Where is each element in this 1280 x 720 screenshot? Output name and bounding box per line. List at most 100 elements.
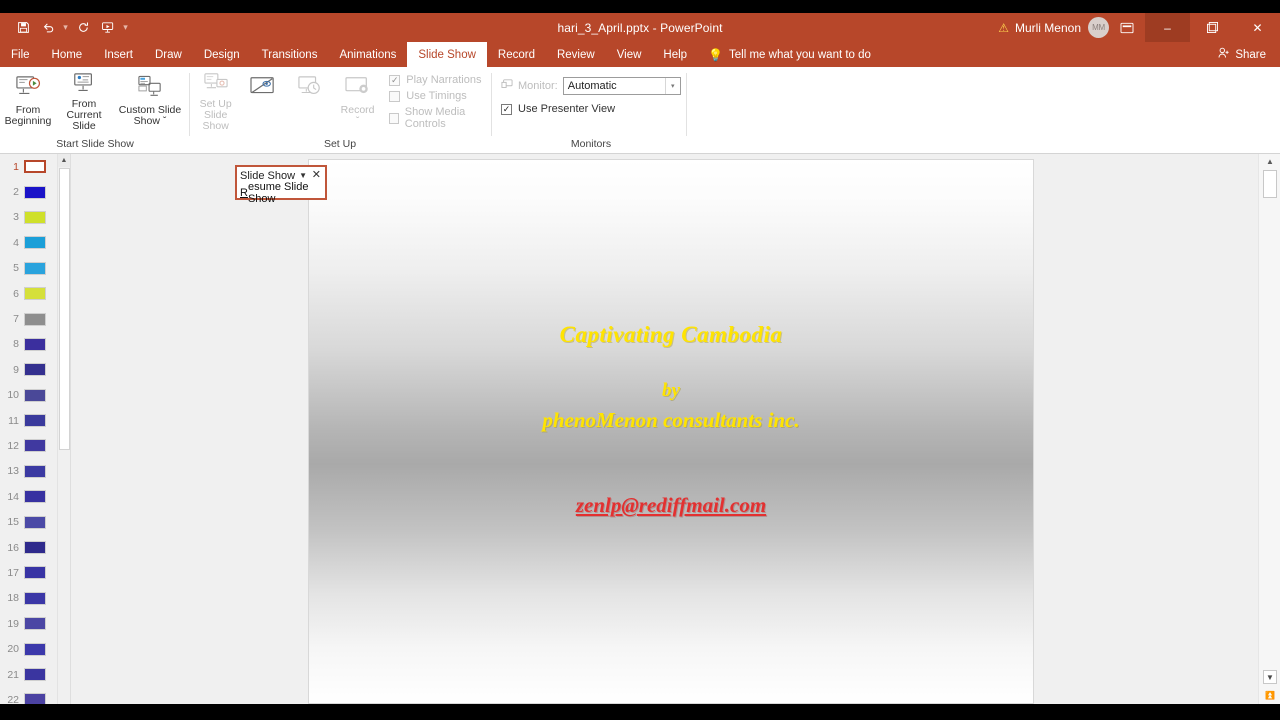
thumbnail-image[interactable] [24, 261, 46, 275]
tab-slide-show[interactable]: Slide Show [407, 42, 487, 67]
from-current-slide-button[interactable]: From Current Slide [56, 67, 112, 132]
thumbnail-row[interactable]: 20 [0, 636, 56, 661]
from-beginning-button[interactable]: From Beginning [0, 67, 56, 131]
thumbnail-image[interactable] [24, 287, 46, 301]
tab-help[interactable]: Help [652, 42, 698, 67]
thumbnail-image[interactable] [24, 668, 46, 681]
slide-email-link[interactable]: zenlp@rediffmail.com [309, 493, 1033, 518]
thumbnail-image[interactable] [24, 541, 46, 555]
previous-slide-button[interactable]: ▼ [1263, 670, 1277, 684]
thumbnail-row[interactable]: 6 [0, 281, 56, 306]
tab-insert[interactable]: Insert [93, 42, 144, 67]
vertical-scrollbar[interactable]: ▲ ▼ ⏫ ⏬ [1258, 154, 1280, 704]
thumbnail-image[interactable] [24, 439, 46, 453]
account-name[interactable]: Murli Menon [1015, 21, 1081, 35]
thumbnail-row[interactable]: 17 [0, 560, 56, 585]
restore-button[interactable] [1190, 13, 1235, 42]
redo-icon[interactable] [72, 17, 94, 39]
thumbnail-row[interactable]: 7 [0, 306, 56, 331]
thumbnail-row[interactable]: 19 [0, 611, 56, 636]
tab-record[interactable]: Record [487, 42, 546, 67]
thumbnail-scrollbar[interactable]: ▲ ▼ [57, 154, 70, 704]
thumbnail-row[interactable]: 1 [0, 154, 56, 179]
thumbnail-image[interactable] [24, 591, 46, 605]
thumbnail-row[interactable]: 14 [0, 484, 56, 509]
chevron-down-icon[interactable]: ▼ [299, 171, 307, 180]
share-button[interactable]: Share [1210, 42, 1280, 67]
use-presenter-view-checkbox[interactable]: ✓ Use Presenter View [501, 103, 687, 115]
custom-slide-show-button[interactable]: Custom Slide Show ˇ [112, 67, 188, 131]
thumbnail-row[interactable]: 8 [0, 332, 56, 357]
slide-title[interactable]: Captivating Cambodia [309, 322, 1033, 348]
tab-design[interactable]: Design [193, 42, 251, 67]
ribbon-display-options-icon[interactable] [1109, 13, 1145, 42]
avatar[interactable]: MM [1088, 17, 1109, 38]
thumbnail-row[interactable]: 11 [0, 408, 56, 433]
thumbnail-image[interactable] [24, 388, 46, 402]
tell-me-search[interactable]: 💡 Tell me what you want to do [698, 42, 881, 67]
resume-slide-show-mnemonic: R [240, 186, 248, 199]
thumbnail-image[interactable] [24, 566, 46, 580]
monitor-select[interactable]: Automatic ▾ [562, 77, 681, 95]
thumbnail-image[interactable] [24, 312, 46, 326]
thumbnail-image[interactable] [24, 160, 46, 174]
slide-by-label[interactable]: by [309, 380, 1033, 402]
slide-canvas[interactable]: Captivating Cambodia by phenoMenon consu… [71, 154, 1258, 704]
thumbnail-image[interactable] [24, 337, 46, 351]
thumbnail-image[interactable] [24, 236, 46, 250]
tab-file[interactable]: File [0, 42, 41, 67]
thumbnail-image[interactable] [24, 363, 46, 377]
thumbnail-image[interactable] [24, 617, 46, 631]
thumbnail-row[interactable]: 16 [0, 535, 56, 560]
save-icon[interactable] [12, 17, 34, 39]
thumbnail-row[interactable]: 21 [0, 662, 56, 687]
slide-show-popup[interactable]: Slide Show ▼ ✕ Resume Slide Show [235, 165, 327, 205]
thumbnail-image[interactable] [24, 185, 46, 199]
thumbnail-number: 12 [7, 439, 19, 452]
thumbnail-row[interactable]: 2 [0, 179, 56, 204]
thumbnail-row[interactable]: 13 [0, 459, 56, 484]
thumbnail-image[interactable] [24, 693, 46, 704]
thumbnail-row[interactable]: 12 [0, 433, 56, 458]
customize-quick-access-toolbar-icon[interactable]: ▾ [122, 22, 129, 33]
scroll-up-button[interactable]: ▲ [1263, 154, 1277, 168]
thumbnail-row[interactable]: 4 [0, 230, 56, 255]
next-slide-button[interactable]: ⏫ [1263, 688, 1277, 702]
slide-thumbnail-pane[interactable]: 1 2 3 4 5 6 7 8 9 10 11 12 13 14 15 16 17 18 19 20 21 22 [0, 154, 56, 704]
thumbnail-row[interactable]: 18 [0, 586, 56, 611]
thumbnail-row[interactable]: 22 [0, 687, 56, 704]
undo-icon[interactable] [37, 17, 59, 39]
chevron-down-icon[interactable]: ▾ [664, 78, 680, 94]
resume-slide-show-label: esume Slide Show [247, 180, 309, 205]
tab-transitions[interactable]: Transitions [251, 42, 329, 67]
slide-organization[interactable]: phenoMenon consultants inc. [309, 408, 1033, 433]
hide-slide-button[interactable] [239, 67, 286, 131]
scrollbar-thumb[interactable] [1263, 170, 1277, 198]
thumbnail-image[interactable] [24, 515, 46, 529]
thumbnail-row[interactable]: 5 [0, 256, 56, 281]
tab-view[interactable]: View [606, 42, 653, 67]
close-button[interactable]: ✕ [1235, 13, 1280, 42]
thumbnail-row[interactable]: 9 [0, 357, 56, 382]
thumbnail-row[interactable]: 10 [0, 383, 56, 408]
tab-review[interactable]: Review [546, 42, 606, 67]
thumbnail-image[interactable] [24, 642, 46, 656]
tab-draw[interactable]: Draw [144, 42, 193, 67]
thumbnail-image[interactable] [24, 414, 46, 428]
tab-animations[interactable]: Animations [328, 42, 407, 67]
thumbnail-image[interactable] [24, 210, 46, 224]
start-from-beginning-icon[interactable] [97, 17, 119, 39]
undo-dropdown-icon[interactable]: ▾ [62, 22, 69, 33]
thumbnail-row[interactable]: 3 [0, 205, 56, 230]
current-slide[interactable]: Captivating Cambodia by phenoMenon consu… [308, 159, 1034, 704]
thumbnail-scroll-up-button[interactable]: ▲ [58, 154, 70, 167]
thumbnail-row[interactable]: 15 [0, 509, 56, 534]
tab-home[interactable]: Home [41, 42, 94, 67]
warning-triangle-icon[interactable]: ⚠ [998, 21, 1009, 35]
minimize-button[interactable]: – [1145, 13, 1190, 42]
thumbnail-scrollbar-thumb[interactable] [59, 168, 70, 450]
close-icon[interactable]: ✕ [312, 170, 321, 181]
resume-slide-show-item[interactable]: Resume Slide Show [237, 181, 325, 205]
thumbnail-image[interactable] [24, 464, 46, 478]
thumbnail-image[interactable] [24, 490, 46, 504]
